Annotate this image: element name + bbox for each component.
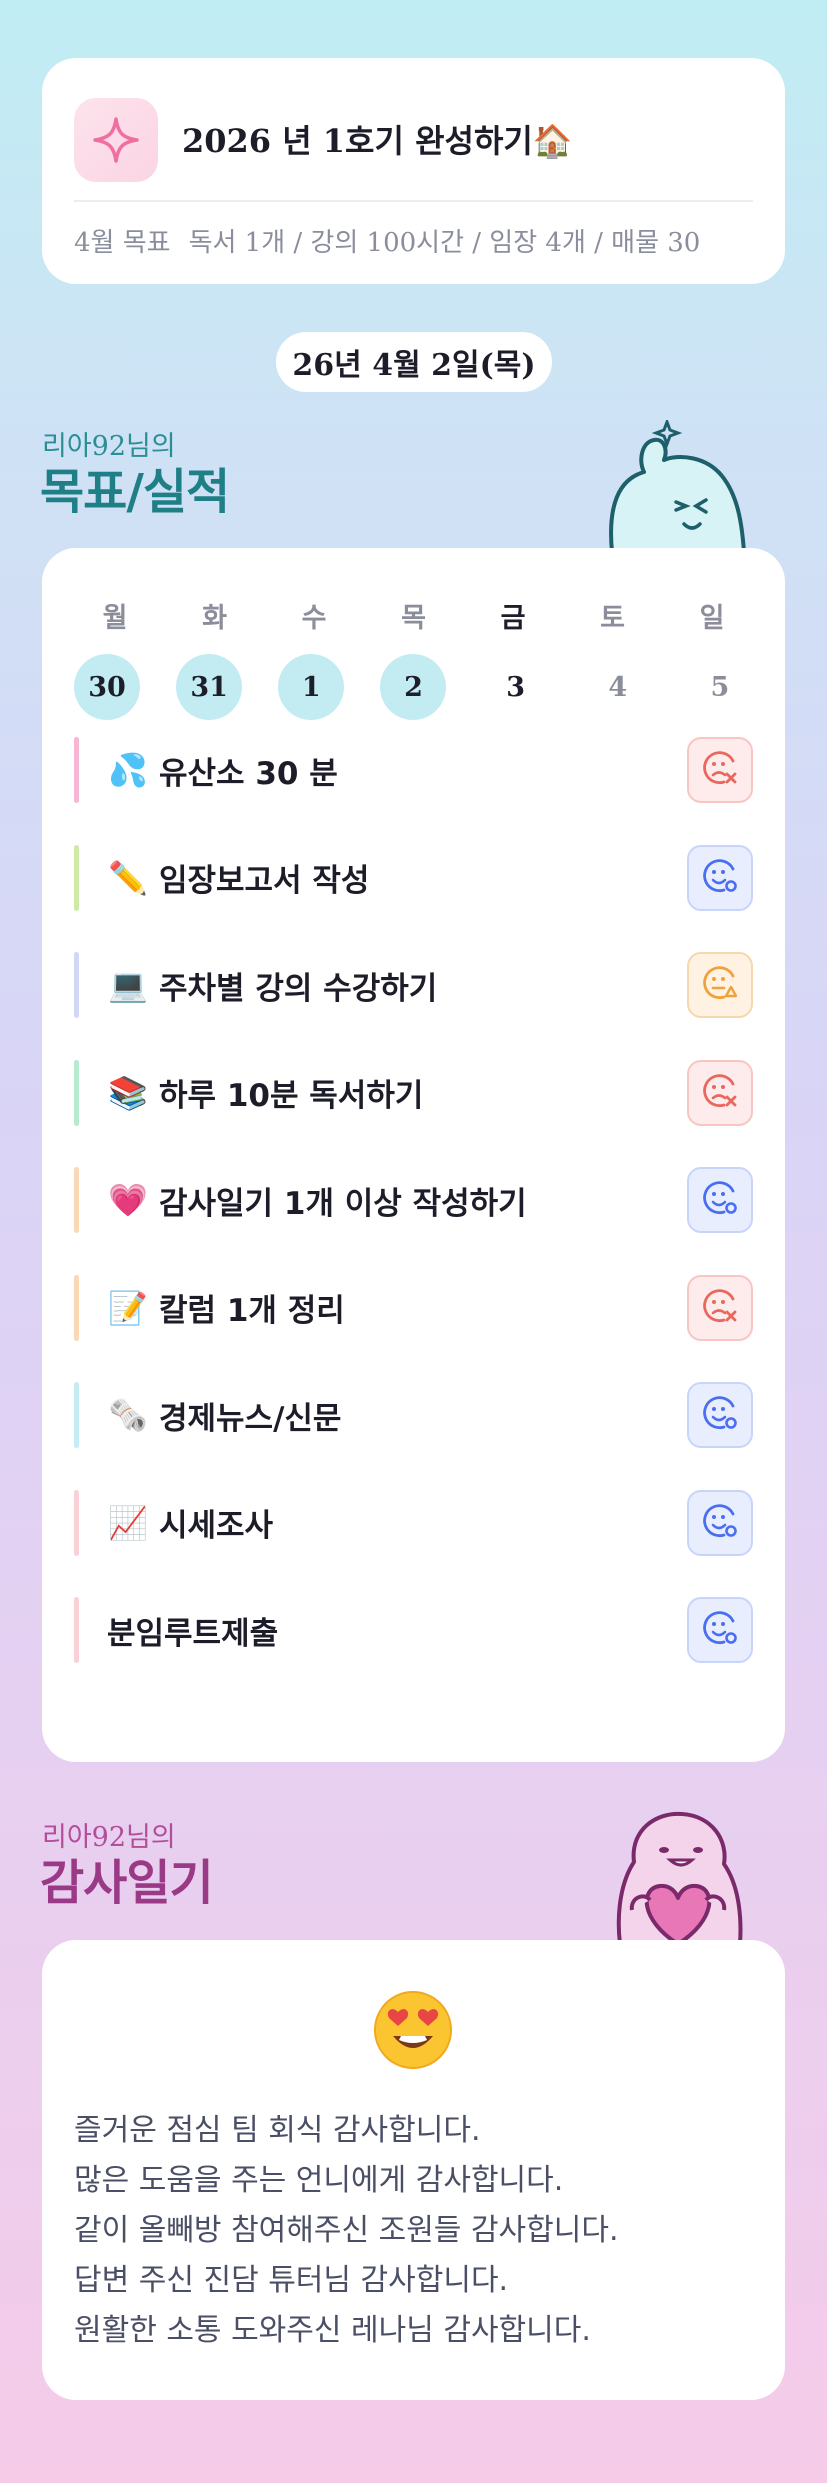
task-color-bar [74, 737, 79, 803]
task-row[interactable]: 📝 칼럼 1개 정리 [74, 1274, 753, 1342]
smile-face-o-icon [700, 1608, 740, 1652]
gratitude-lines: 즐거운 점심 팀 회식 감사합니다. 많은 도움을 주는 언니에게 감사합니다.… [74, 2106, 618, 2356]
smile-face-o-icon [700, 1178, 740, 1222]
gratitude-line: 답변 주신 진담 튜터님 감사합니다. [74, 2263, 509, 2298]
task-emoji-icon: 🗞️ [108, 1396, 148, 1434]
task-color-bar [74, 1274, 79, 1341]
weekday-label: 월 [102, 603, 128, 634]
task-color-bar [74, 1059, 79, 1126]
task-label: 유산소 30 분 [159, 755, 338, 792]
task-row[interactable]: 💻 주차별 강의 수강하기 [74, 951, 753, 1019]
sad-face-x-icon [700, 1286, 740, 1330]
neutral-face-triangle-icon [700, 963, 740, 1007]
task-status-button[interactable] [687, 1382, 753, 1448]
gratitude-line: 같이 올빼방 참여해주신 조원들 감사합니다. [74, 2213, 619, 2248]
sparkle-icon [74, 98, 158, 182]
gratitude-section-title: 감사일기 [40, 1855, 214, 1911]
task-color-bar [74, 1489, 79, 1556]
task-emoji-icon: 📈 [108, 1503, 148, 1542]
task-color-bar [74, 952, 79, 1018]
goal-card[interactable]: 2026 년 1호기 완성하기🏠 4월 목표 독서 1개 / 강의 100시간 /… [42, 58, 785, 284]
goal-targets-text: 독서 1개 / 강의 100시간 / 임장 4개 / 매물 30 [188, 228, 701, 258]
task-emoji-icon: 📚 [108, 1073, 148, 1112]
smile-face-o-icon [700, 1501, 740, 1545]
heart-eyes-face-icon [374, 1991, 452, 2069]
weekday-label: 토 [600, 603, 625, 634]
sad-face-x-icon [700, 1071, 740, 1115]
current-date[interactable]: 26년 4월 2일(목) [276, 332, 552, 392]
weekday-label: 일 [699, 603, 725, 634]
date-cell[interactable]: 2 [380, 654, 447, 720]
gratitude-line: 즐거운 점심 팀 회식 감사합니다. [74, 2113, 481, 2148]
task-color-bar [74, 1167, 79, 1233]
task-label: 감사일기 1개 이상 작성하기 [159, 1185, 527, 1222]
task-status-button[interactable] [687, 844, 753, 911]
weekday-label: 화 [202, 603, 227, 634]
task-emoji-icon: 💦 [108, 751, 148, 789]
task-label: 시세조사 [159, 1508, 274, 1544]
sad-face-x-icon [700, 748, 740, 792]
gratitude-line: 많은 도움을 주는 언니에게 감사합니다. [74, 2163, 564, 2198]
smile-face-o-icon [700, 1393, 740, 1437]
task-row[interactable]: 💗 감사일기 1개 이상 작성하기 [74, 1166, 753, 1234]
task-emoji-icon: 💻 [108, 966, 148, 1004]
task-emoji-icon: 📝 [108, 1288, 148, 1327]
date-cell-today[interactable]: 3 [483, 654, 549, 720]
date-cell[interactable]: 4 [585, 654, 651, 720]
task-status-button[interactable] [687, 952, 753, 1018]
task-status-button[interactable] [687, 737, 753, 803]
date-cell[interactable]: 31 [176, 654, 243, 720]
task-color-bar [74, 1382, 79, 1448]
task-status-button[interactable] [687, 1167, 753, 1233]
task-row[interactable]: 📈 시세조사 [74, 1489, 753, 1557]
divider [74, 200, 753, 202]
smile-face-o-icon [700, 856, 740, 900]
weekday-label-today: 금 [500, 603, 526, 634]
task-row[interactable]: ✏️ 임장보고서 작성 [74, 844, 753, 912]
task-color-bar [74, 844, 79, 911]
task-label: 분임루트제출 [107, 1615, 279, 1652]
task-status-button[interactable] [687, 1059, 753, 1126]
task-row[interactable]: 분임루트제출 [74, 1596, 753, 1664]
task-status-button[interactable] [687, 1597, 753, 1663]
date-cell[interactable]: 1 [278, 654, 345, 720]
tracker-section-title: 목표/실적 [40, 464, 230, 520]
date-cell[interactable]: 5 [687, 654, 753, 720]
task-label: 하루 10분 독서하기 [159, 1078, 424, 1114]
task-status-button[interactable] [687, 1274, 753, 1341]
gratitude-card: 즐거운 점심 팀 회식 감사합니다. 많은 도움을 주는 언니에게 감사합니다.… [42, 1940, 785, 2400]
task-label: 칼럼 1개 정리 [159, 1293, 345, 1329]
task-emoji-icon: ✏️ [108, 858, 148, 897]
heart-mascot-icon [616, 1811, 743, 1944]
week-dates-row: 30 31 1 2 3 4 5 [74, 654, 753, 720]
task-color-bar [74, 1597, 79, 1663]
task-label: 주차별 강의 수강하기 [159, 970, 438, 1007]
goal-targets: 4월 목표 독서 1개 / 강의 100시간 / 임장 4개 / 매물 30 [74, 222, 700, 259]
week-days-row: 월 화 수 목 금 토 일 [82, 596, 745, 635]
tracker-card: 월 화 수 목 금 토 일 30 31 1 2 3 4 5 💦 유산소 30 분 ✏… [42, 548, 785, 1762]
task-row[interactable]: 💦 유산소 30 분 [74, 736, 753, 804]
task-row[interactable]: 📚 하루 10분 독서하기 [74, 1059, 753, 1127]
date-cell[interactable]: 30 [74, 654, 140, 720]
weekday-label: 수 [301, 603, 327, 634]
task-row[interactable]: 🗞️ 경제뉴스/신문 [74, 1381, 753, 1449]
weekday-label: 목 [401, 603, 426, 634]
task-emoji-icon: 💗 [108, 1181, 148, 1219]
goal-title: 2026 년 1호기 완성하기🏠 [182, 122, 573, 160]
task-label: 임장보고서 작성 [159, 863, 370, 899]
gratitude-line: 원활한 소통 도와주신 레나님 감사합니다. [74, 2313, 591, 2348]
goal-month-label: 4월 목표 [74, 228, 171, 258]
ghost-mascot-icon [609, 420, 746, 552]
task-status-button[interactable] [687, 1489, 753, 1556]
task-label: 경제뉴스/신문 [159, 1400, 342, 1437]
